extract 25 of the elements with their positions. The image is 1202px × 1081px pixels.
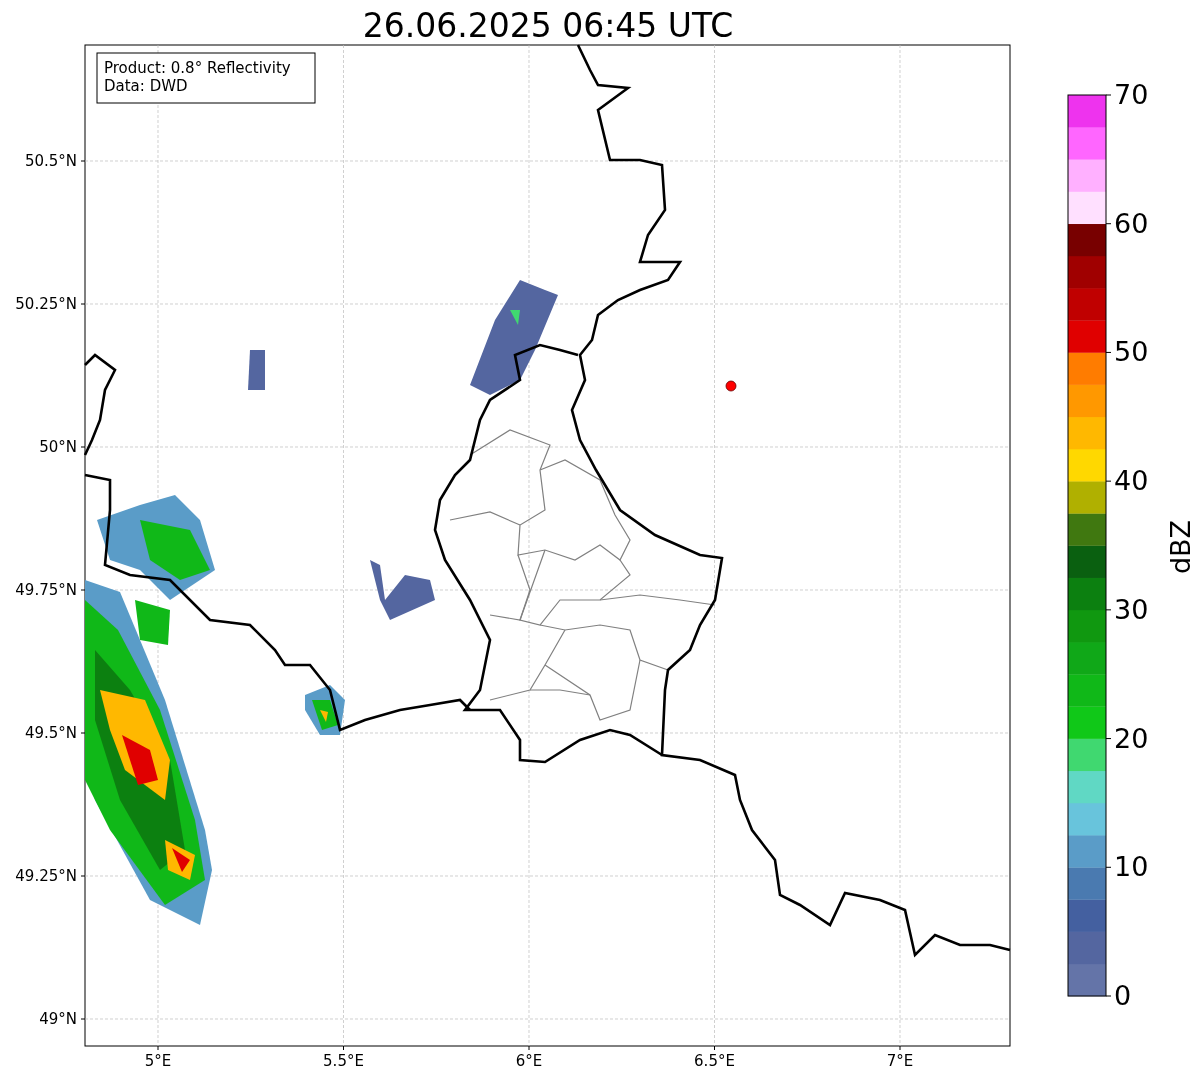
legend-text: Data: DWD xyxy=(104,77,188,95)
x-tick-label: 7°E xyxy=(886,1052,914,1070)
colorbar-tick-label: 20 xyxy=(1114,722,1149,754)
y-tick-label: 50°N xyxy=(39,438,77,456)
legend-text: Product: 0.8° Reflectivity xyxy=(104,59,291,77)
y-tick-label: 50.25°N xyxy=(15,295,77,313)
y-tick-label: 49.75°N xyxy=(15,581,77,599)
colorbar-tick-label: 40 xyxy=(1114,465,1149,497)
x-tick-label: 5.5°E xyxy=(323,1052,364,1070)
plot-title: 26.06.2025 06:45 UTC xyxy=(362,6,734,45)
radar-site-marker xyxy=(725,380,737,392)
y-tick-label: 49°N xyxy=(39,1010,77,1028)
colorbar-tick-label: 50 xyxy=(1114,336,1149,368)
y-tick-label: 49.5°N xyxy=(24,724,77,742)
colorbar-tick-label: 30 xyxy=(1114,593,1149,625)
y-tick-label: 50.5°N xyxy=(24,152,77,170)
x-tick-label: 5°E xyxy=(144,1052,172,1070)
colorbar-label: dBZ xyxy=(1165,519,1196,575)
colorbar-tick-label: 10 xyxy=(1114,851,1149,883)
y-tick-label: 49.25°N xyxy=(15,867,77,885)
colorbar-tick-label: 60 xyxy=(1114,207,1149,239)
x-tick-label: 6°E xyxy=(515,1052,543,1070)
x-tick-label: 6.5°E xyxy=(694,1052,735,1070)
colorbar-tick-label: 70 xyxy=(1114,79,1149,110)
colorbar-tick-label: 0 xyxy=(1114,980,1132,1011)
